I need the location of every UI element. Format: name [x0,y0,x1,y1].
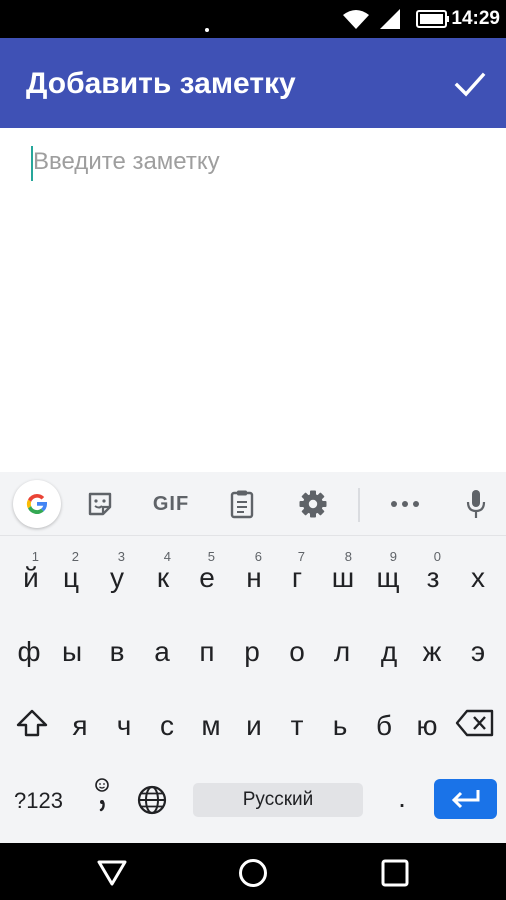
key-row3-9[interactable]: ю [410,710,444,742]
key-row2-9[interactable]: д [372,636,406,668]
enter-icon [451,790,480,809]
gif-button[interactable]: GIF [152,488,190,520]
navigation-bar [0,843,506,900]
emoji-comma-icon [95,778,109,812]
keyboard: GIF й 1 ц 2 у 3 к 4 е 5 н 6 г 7 ш 8 щ 9 … [0,472,506,843]
key-row1-3[interactable]: у3 [101,549,133,594]
symbols-key[interactable]: ?123 [14,788,63,814]
key-row2-4[interactable]: а [146,636,178,668]
backspace-key[interactable] [455,708,495,742]
clipboard-button[interactable] [226,488,258,520]
save-note-button[interactable] [450,64,490,104]
notification-dot [205,28,209,32]
key-row2-8[interactable]: л [326,636,358,668]
key-row1-11[interactable]: х [462,562,494,594]
key-row1-2[interactable]: ц2 [55,549,87,594]
recents-button[interactable] [379,857,411,889]
key-row2-1[interactable]: ф [12,636,46,668]
clipboard-icon [230,490,254,519]
emoji-comma-key[interactable] [90,776,114,816]
key-row3-2[interactable]: ч [108,710,140,742]
voice-input-button[interactable] [460,488,492,520]
status-bar: 14:29 [0,0,506,38]
home-circle-icon [239,859,267,887]
page-title: Добавить заметку [26,67,296,100]
wifi-icon [343,10,369,29]
more-options-button[interactable] [389,488,421,520]
back-triangle-icon [97,860,127,886]
more-horiz-icon [391,501,419,507]
key-row1-10[interactable]: з0 [417,549,449,594]
note-area [0,128,506,472]
key-row1-8[interactable]: ш8 [326,549,360,594]
settings-button[interactable] [297,488,329,520]
language-key[interactable] [136,784,168,816]
battery-icon [416,10,449,28]
gif-label: GIF [152,492,190,515]
key-row3-3[interactable]: с [151,710,183,742]
microphone-icon [466,490,486,518]
key-row2-6[interactable]: р [236,636,268,668]
key-row3-1[interactable]: я [64,710,96,742]
key-row3-4[interactable]: м [194,710,228,742]
key-row2-7[interactable]: о [281,636,313,668]
enter-key[interactable] [434,779,497,819]
keyboard-toolbar: GIF [0,472,506,536]
google-search-button[interactable] [13,480,61,528]
gear-icon [299,490,327,518]
shift-key[interactable] [14,706,50,742]
key-row1-9[interactable]: щ9 [371,549,405,594]
key-row1-5[interactable]: е5 [191,549,223,594]
toolbar-divider [358,488,360,522]
key-row2-5[interactable]: п [191,636,223,668]
space-key[interactable]: Русский [193,783,363,817]
key-row1-6[interactable]: н6 [238,549,270,594]
note-input[interactable] [30,142,490,182]
key-row2-3[interactable]: в [101,636,133,668]
globe-icon [137,785,167,815]
period-key[interactable]: . [390,782,414,814]
backspace-icon [455,709,494,737]
google-g-icon [26,493,47,515]
key-row3-6[interactable]: т [281,710,313,742]
recents-square-icon [381,859,409,887]
key-row3-8[interactable]: б [368,710,400,742]
home-button[interactable] [237,857,269,889]
key-row1-4[interactable]: к4 [147,549,179,594]
check-icon [454,72,486,97]
status-time: 14:29 [451,8,500,29]
cell-signal-icon [380,9,400,29]
screen: 14:29 Добавить заметку Введите заметку G… [0,0,506,900]
key-row2-11[interactable]: э [462,636,494,668]
key-row3-7[interactable]: ь [324,710,356,742]
shift-icon [16,709,48,737]
key-row1-1[interactable]: й1 [15,549,47,594]
key-row2-10[interactable]: ж [415,636,449,668]
back-button[interactable] [96,857,128,889]
key-row1-7[interactable]: г7 [281,549,313,594]
key-row2-2[interactable]: ы [55,636,89,668]
app-bar: Добавить заметку [0,38,506,128]
key-row3-5[interactable]: и [238,710,270,742]
sticker-button[interactable] [84,488,116,520]
text-caret [31,146,33,181]
sticker-icon [88,492,112,516]
